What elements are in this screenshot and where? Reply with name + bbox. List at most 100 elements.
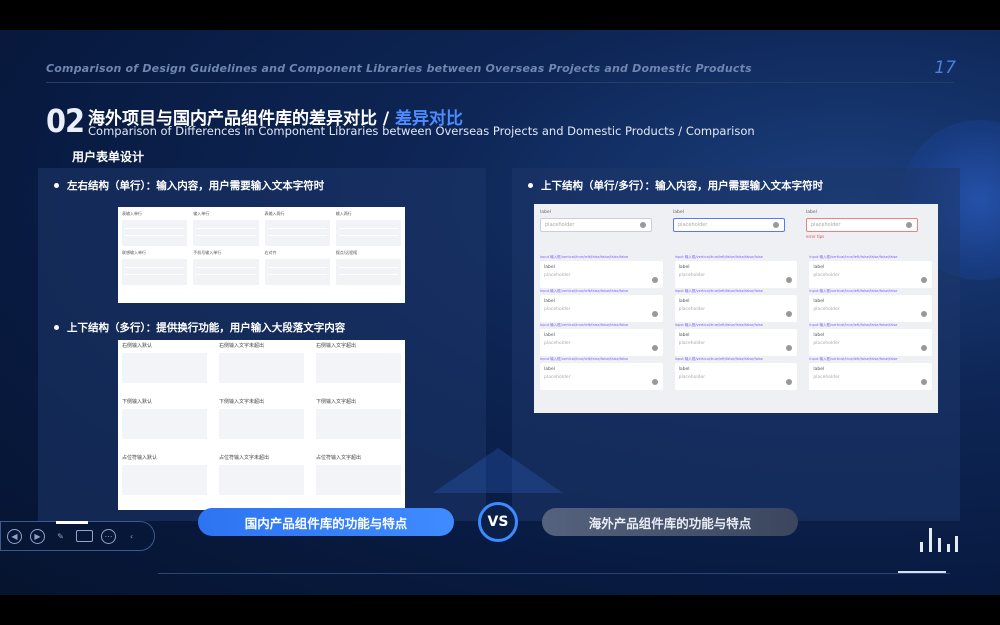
info-icon <box>640 222 646 228</box>
textarea-title: 下侧输入默认 <box>122 399 153 405</box>
slide-top-title: Comparison of Design Guidelines and Comp… <box>46 62 752 75</box>
textarea-example: 占位符输入文字超出 <box>316 454 401 510</box>
section-label: 用户表单设计 <box>72 150 145 164</box>
input-card: label placeholder <box>540 363 663 390</box>
input-variant: Input 输入框/vertical/true/left/false/false… <box>809 255 932 289</box>
header-divider <box>46 82 954 83</box>
info-icon <box>920 277 927 283</box>
info-icon <box>651 379 658 385</box>
info-icon <box>786 379 793 385</box>
input-variant: Input 输入框/vertical/true/left/false/false… <box>674 323 798 357</box>
input-card: label placeholder <box>674 261 798 288</box>
placeholder: placeholder <box>544 375 571 380</box>
textarea-title: 下侧输入文字超出 <box>316 399 357 405</box>
component-tag: Input 输入框/vertical/true/left/false/false… <box>674 289 763 293</box>
toolbar-progress <box>56 521 88 524</box>
input-error: label placeholder error tips <box>806 210 918 239</box>
info-icon <box>651 311 658 317</box>
component-tag: Input 输入框/vertical/true/left/false/false… <box>809 323 898 327</box>
field-label: label <box>673 210 684 215</box>
left-bullet-2: 上下结构（多行）：提供换行功能，用户输入大段落文字内容 <box>54 320 345 335</box>
collapse-icon[interactable]: ‹ <box>124 529 139 544</box>
input-card: label placeholder <box>674 329 798 356</box>
prev-icon[interactable]: ◀ <box>7 528 22 544</box>
mini-form-title: 表输入两行 <box>264 211 285 216</box>
field-label: label <box>678 265 690 270</box>
placeholder: placeholder <box>678 222 708 228</box>
field-label: label <box>813 299 825 304</box>
placeholder: placeholder <box>678 307 706 312</box>
input-card: label placeholder <box>674 295 798 322</box>
mini-form-title: 搜点/远程搜 <box>335 250 358 255</box>
input-box: placeholder <box>806 218 918 232</box>
mini-form-cell: 搜点/远程搜 <box>335 250 401 285</box>
mini-form-box <box>264 259 330 285</box>
placeholder: placeholder <box>544 273 571 278</box>
mini-form-box <box>264 220 330 246</box>
field-label: label <box>678 333 690 338</box>
textarea-example: 下侧输入文字未超出 <box>219 398 304 454</box>
input-variant: Input 输入框/vertical/true/left/false/false… <box>540 255 663 289</box>
placeholder: placeholder <box>813 375 840 380</box>
textarea-box <box>122 409 207 439</box>
info-icon <box>786 345 793 351</box>
component-tag: Input 输入框/vertical/true/left/false/false… <box>540 289 629 293</box>
info-icon <box>651 277 658 283</box>
input-default: label placeholder <box>540 210 652 239</box>
mini-form-cell: 输入两行 <box>335 211 401 246</box>
bullet-dot <box>54 325 59 330</box>
placeholder: placeholder <box>813 307 840 312</box>
section-number: 02 <box>46 102 85 140</box>
more-icon[interactable]: ⋯ <box>101 528 116 544</box>
vs-badge: VS <box>478 502 518 542</box>
play-icon[interactable]: ▶ <box>30 528 45 544</box>
screen-icon[interactable] <box>76 530 93 542</box>
info-icon <box>786 311 793 317</box>
footer-accent-line <box>898 571 946 573</box>
input-box: placeholder <box>673 218 785 232</box>
mini-form-box <box>335 220 401 246</box>
info-icon <box>920 379 927 385</box>
component-tag: Input 输入框/vertical/true/left/false/false… <box>809 357 898 361</box>
pen-icon[interactable]: ✎ <box>53 529 68 544</box>
right-bullet-1: 上下结构（单行/多行）：输入内容，用户需要输入文本字符时 <box>528 178 823 193</box>
placeholder: placeholder <box>678 273 706 278</box>
textarea-example: 占位符输入文字未超出 <box>219 454 304 510</box>
mini-form-box <box>193 220 259 246</box>
input-focus: label placeholder <box>673 210 785 239</box>
mini-form-cell: 表输入单行 <box>122 211 188 246</box>
textarea-example: 右侧输入文字超出 <box>316 342 401 398</box>
info-icon <box>786 277 793 283</box>
textarea-box <box>316 409 401 439</box>
field-label: label <box>806 210 817 215</box>
mini-form-cell: 手机号输入单行 <box>193 250 259 285</box>
input-variant: Input 输入框/vertical/true/left/false/false… <box>809 357 932 391</box>
left-bullet-1: 左右结构（单行）：输入内容，用户需要输入文本字符时 <box>54 178 324 193</box>
input-variant: Input 输入框/vertical/true/left/false/false… <box>540 323 663 357</box>
field-label: label <box>678 367 690 372</box>
placeholder: placeholder <box>545 222 575 228</box>
mini-form-cell: 表输入两行 <box>264 211 330 246</box>
section-subtitle: Comparison of Differences in Component L… <box>88 124 755 138</box>
textarea-title: 占位符输入文字未超出 <box>219 455 270 461</box>
component-tag: Input 输入框/vertical/true/left/false/false… <box>674 323 763 327</box>
mini-form-box <box>193 259 259 285</box>
placeholder: placeholder <box>813 341 840 346</box>
info-icon <box>920 311 927 317</box>
input-card: label placeholder <box>809 295 932 322</box>
textarea-example: 下侧输入文字超出 <box>316 398 401 454</box>
input-box: placeholder <box>540 218 652 232</box>
field-label: label <box>544 299 555 304</box>
placeholder: placeholder <box>544 307 571 312</box>
field-label: label <box>678 299 690 304</box>
placeholder: placeholder <box>678 375 706 380</box>
mini-form-title: 联想输入单行 <box>122 250 146 255</box>
component-tag: Input 输入框/vertical/true/left/false/false… <box>809 289 898 293</box>
placeholder: placeholder <box>544 341 571 346</box>
info-icon <box>651 345 658 351</box>
input-variant: Input 输入框/vertical/true/left/false/false… <box>674 357 798 391</box>
input-card: label placeholder <box>674 363 798 390</box>
textarea-title: 右侧输入文字未超出 <box>219 343 265 349</box>
textarea-box <box>122 465 207 495</box>
component-tag: Input 输入框/vertical/true/left/false/false… <box>540 357 629 361</box>
